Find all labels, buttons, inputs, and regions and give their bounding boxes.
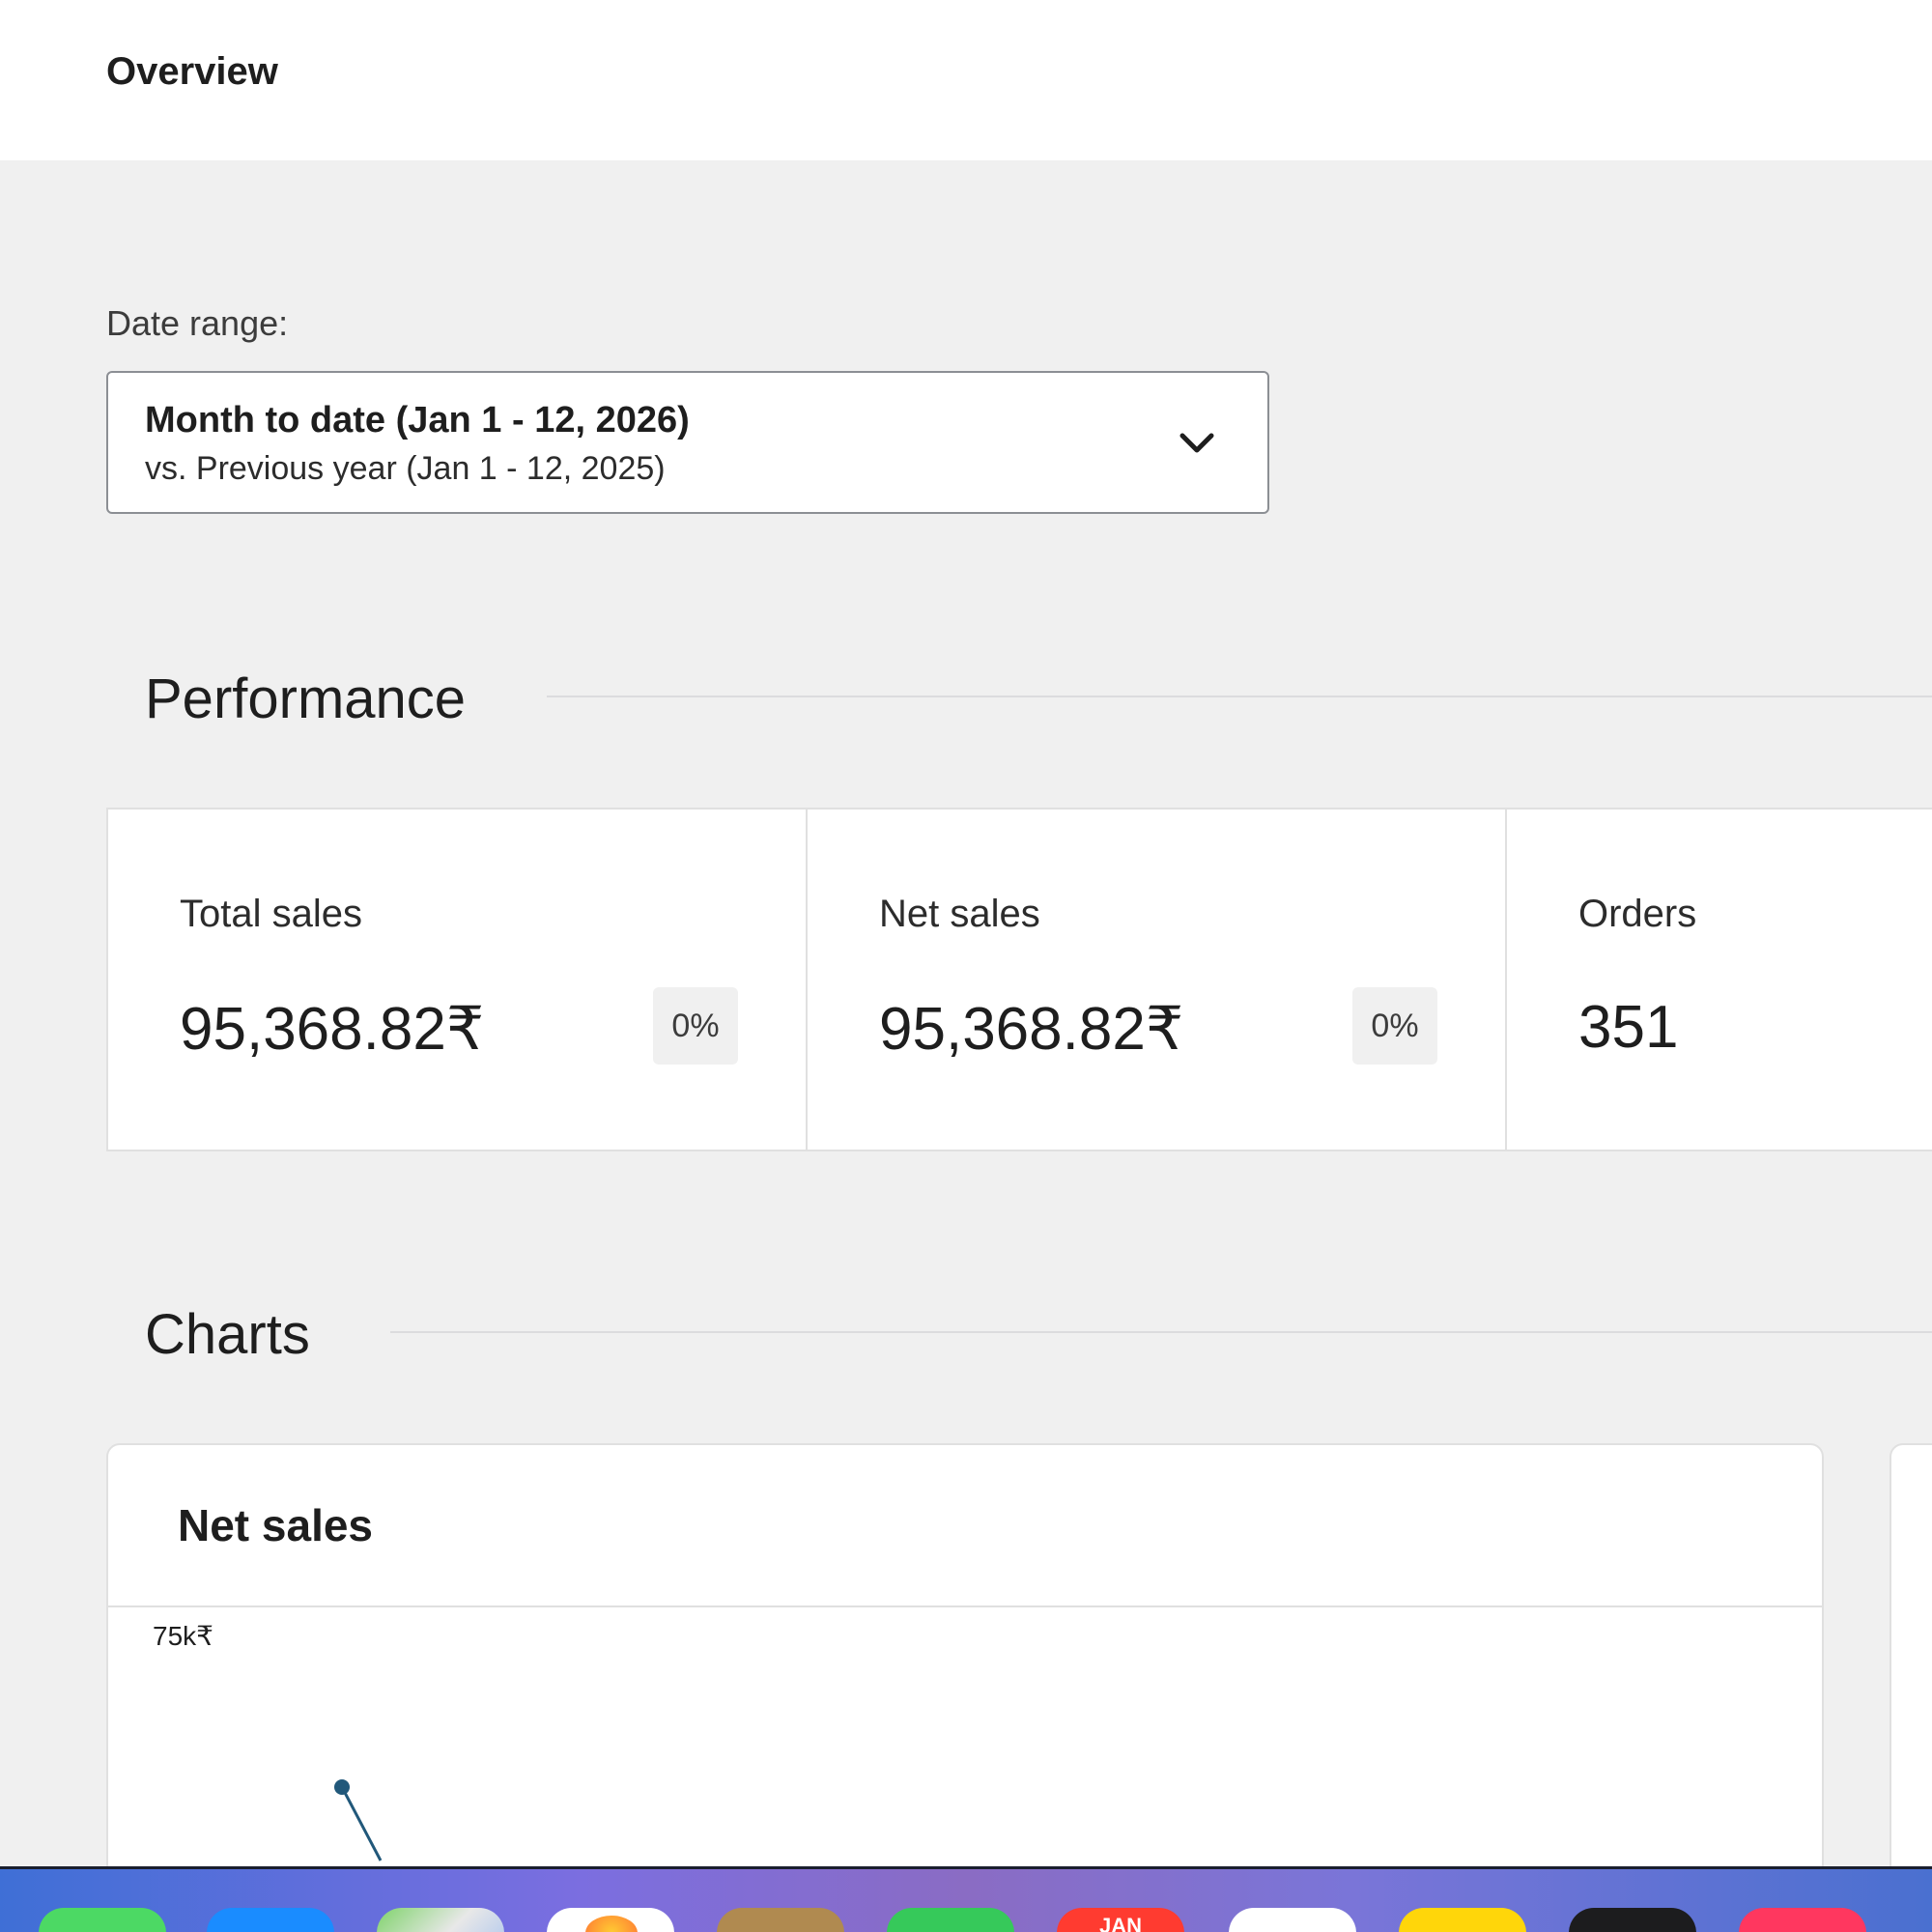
date-range-primary: Month to date (Jan 1 - 12, 2026) <box>145 400 690 440</box>
maps-icon[interactable] <box>377 1908 504 1932</box>
calendar-icon[interactable]: JAN <box>1057 1908 1184 1932</box>
messages-icon[interactable] <box>39 1908 166 1932</box>
dock: JAN <box>0 1866 1932 1932</box>
performance-heading: Performance <box>145 668 467 730</box>
tv-icon[interactable] <box>1569 1908 1696 1932</box>
chart-title: Net sales <box>178 1500 374 1550</box>
card-value: 351 <box>1578 994 1679 1061</box>
performance-divider <box>547 696 1932 697</box>
total-sales-card[interactable]: Total sales 95,368.82₹ 0% <box>108 810 808 1150</box>
page: Overview Date range: Month to date (Jan … <box>0 0 1932 1932</box>
charts-heading: Charts <box>145 1303 310 1366</box>
card-value: 95,368.82₹ <box>180 996 485 1063</box>
series-line <box>340 1786 383 1861</box>
chevron-down-icon <box>1179 433 1214 453</box>
date-range-label: Date range: <box>106 303 289 343</box>
delta-badge: 0% <box>653 987 738 1065</box>
second-chart-card <box>1889 1443 1932 1932</box>
date-range-select[interactable]: Month to date (Jan 1 - 12, 2026) vs. Pre… <box>106 371 1269 514</box>
delta-badge: 0% <box>1352 987 1437 1065</box>
data-point[interactable] <box>334 1779 350 1795</box>
top-header: Overview <box>0 0 1932 160</box>
card-label: Orders <box>1578 893 1697 935</box>
reminders-icon[interactable] <box>1229 1908 1356 1932</box>
orders-card[interactable]: Orders 351 <box>1507 810 1932 1150</box>
app-store-icon[interactable] <box>207 1908 334 1932</box>
music-icon[interactable] <box>1739 1908 1866 1932</box>
card-label: Total sales <box>180 893 362 935</box>
card-value: 95,368.82₹ <box>879 996 1184 1063</box>
net-sales-card[interactable]: Net sales 95,368.82₹ 0% <box>808 810 1507 1150</box>
contacts-icon[interactable] <box>717 1908 844 1932</box>
net-sales-chart: 75k₹ <box>153 1621 383 1861</box>
photos-icon[interactable] <box>547 1908 674 1932</box>
date-range-comparison: vs. Previous year (Jan 1 - 12, 2025) <box>145 450 666 487</box>
card-label: Net sales <box>879 893 1040 935</box>
facetime-icon[interactable] <box>887 1908 1014 1932</box>
charts-divider <box>390 1331 1932 1333</box>
page-title: Overview <box>106 50 278 93</box>
calendar-month-label: JAN <box>1098 1914 1142 1932</box>
y-tick-label: 75k₹ <box>153 1621 213 1651</box>
net-sales-chart-card: Net sales 75k₹ <box>106 1443 1824 1932</box>
notes-icon[interactable] <box>1399 1908 1526 1932</box>
performance-cards: Total sales 95,368.82₹ 0% Net sales 95,3… <box>106 808 1932 1151</box>
